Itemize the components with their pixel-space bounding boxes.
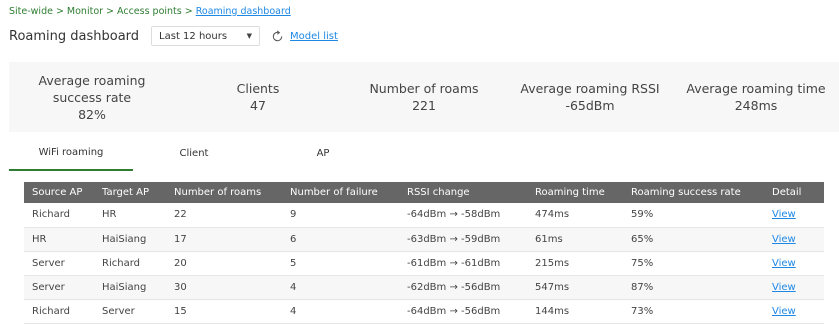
cell-number-of-roams: 20 — [166, 251, 282, 276]
column-header[interactable]: Source AP — [24, 182, 94, 203]
refresh-icon[interactable] — [270, 29, 284, 43]
title-bar: Roaming dashboard Last 12 hours ▼ Model … — [9, 26, 338, 46]
stat-average-time: Average roaming time 248ms — [673, 62, 839, 132]
column-header[interactable]: RSSI change — [399, 182, 527, 203]
cell-success-rate: 87% — [623, 275, 764, 300]
tab-ap[interactable]: AP — [259, 135, 387, 171]
cell-roaming-time: 474ms — [527, 203, 623, 228]
breadcrumb: Site-wide > Monitor > Access points > Roaming … — [9, 6, 291, 17]
view-link[interactable]: View — [772, 282, 796, 293]
cell-number-of-roams: 22 — [166, 203, 282, 228]
cell-detail: View — [764, 227, 824, 252]
cell-number-of-failure: 6 — [282, 227, 399, 252]
stat-label: success rate — [52, 89, 132, 105]
stat-label: Average roaming — [38, 72, 146, 88]
view-link[interactable]: View — [772, 258, 796, 269]
column-header[interactable]: Number of roams — [166, 182, 282, 203]
cell-roaming-time: 215ms — [527, 251, 623, 276]
breadcrumb-access-points[interactable]: Access points — [117, 6, 182, 17]
view-link[interactable]: View — [772, 209, 796, 220]
cell-source-ap: Server — [24, 275, 94, 300]
stat-label: Average roaming time — [686, 81, 826, 96]
stat-value: -65dBm — [565, 98, 615, 113]
cell-number-of-roams: 30 — [166, 275, 282, 300]
cell-success-rate: 65% — [623, 227, 764, 252]
cell-rssi-change: -64dBm → -56dBm — [399, 299, 527, 324]
column-header[interactable]: Target AP — [94, 182, 166, 203]
cell-target-ap: Richard — [94, 251, 166, 276]
cell-target-ap: HaiSiang — [94, 275, 166, 300]
stat-value: 248ms — [734, 98, 778, 113]
stat-number-of-roams: Number of roams 221 — [341, 62, 507, 132]
cell-detail: View — [764, 203, 824, 228]
column-header[interactable]: Roaming time — [527, 182, 623, 203]
cell-number-of-roams: 17 — [166, 227, 282, 252]
roaming-table: Source AP Target AP Number of roams Numb… — [24, 182, 824, 324]
stat-label: Clients — [236, 81, 280, 96]
column-header[interactable]: Roaming success rate — [623, 182, 764, 203]
cell-number-of-failure: 9 — [282, 203, 399, 228]
view-link[interactable]: View — [772, 306, 796, 317]
table-row: Richard Server 15 4 -64dBm → -56dBm 144m… — [24, 299, 824, 324]
cell-source-ap: Server — [24, 251, 94, 276]
cell-roaming-time: 144ms — [527, 299, 623, 324]
column-header[interactable]: Number of failure — [282, 182, 399, 203]
time-range-value: Last 12 hours — [159, 30, 228, 42]
column-header: Detail — [764, 182, 824, 203]
cell-rssi-change: -63dBm → -59dBm — [399, 227, 527, 252]
cell-target-ap: HaiSiang — [94, 227, 166, 252]
stat-label: Number of roams — [369, 81, 479, 96]
model-list-link[interactable]: Model list — [290, 31, 338, 42]
cell-success-rate: 75% — [623, 251, 764, 276]
stat-clients: Clients 47 — [175, 62, 341, 132]
breadcrumb-monitor[interactable]: Monitor — [67, 6, 103, 17]
stat-value: 221 — [412, 98, 436, 113]
cell-success-rate: 73% — [623, 299, 764, 324]
tab-bar: WiFi roaming Client AP — [9, 135, 839, 171]
table-row: Richard HR 22 9 -64dBm → -58dBm 474ms 59… — [24, 203, 824, 228]
cell-source-ap: Richard — [24, 203, 94, 228]
cell-number-of-failure: 4 — [282, 299, 399, 324]
table-row: HR HaiSiang 17 6 -63dBm → -59dBm 61ms 65… — [24, 227, 824, 252]
stat-value: 82% — [78, 106, 106, 122]
cell-rssi-change: -61dBm → -61dBm — [399, 251, 527, 276]
page-title: Roaming dashboard — [9, 28, 140, 44]
cell-success-rate: 59% — [623, 203, 764, 228]
tab-client[interactable]: Client — [139, 135, 249, 171]
cell-detail: View — [764, 275, 824, 300]
table-row: Server Richard 20 5 -61dBm → -61dBm 215m… — [24, 251, 824, 276]
cell-number-of-failure: 4 — [282, 275, 399, 300]
stat-success-rate: Average roaming success rate 82% — [9, 62, 175, 132]
cell-rssi-change: -64dBm → -58dBm — [399, 203, 527, 228]
stat-average-rssi: Average roaming RSSI -65dBm — [507, 62, 673, 132]
cell-rssi-change: -62dBm → -56dBm — [399, 275, 527, 300]
breadcrumb-roaming-dashboard[interactable]: Roaming dashboard — [196, 6, 291, 17]
stat-value: 47 — [250, 98, 266, 113]
time-range-select[interactable]: Last 12 hours ▼ — [151, 26, 261, 46]
cell-target-ap: Server — [94, 299, 166, 324]
stat-label: Average roaming RSSI — [520, 81, 660, 96]
cell-detail: View — [764, 299, 824, 324]
breadcrumb-separator: > — [55, 6, 64, 17]
cell-target-ap: HR — [94, 203, 166, 228]
table-header-row: Source AP Target AP Number of roams Numb… — [24, 182, 824, 203]
cell-source-ap: Richard — [24, 299, 94, 324]
summary-panel: Average roaming success rate 82% Clients… — [9, 62, 839, 132]
cell-source-ap: HR — [24, 227, 94, 252]
view-link[interactable]: View — [772, 234, 796, 245]
caret-down-icon: ▼ — [246, 32, 253, 40]
tab-wifi-roaming[interactable]: WiFi roaming — [9, 135, 133, 171]
breadcrumb-separator: > — [106, 6, 115, 17]
table-row: Server HaiSiang 30 4 -62dBm → -56dBm 547… — [24, 275, 824, 300]
breadcrumb-separator: > — [184, 6, 193, 17]
cell-detail: View — [764, 251, 824, 276]
cell-roaming-time: 547ms — [527, 275, 623, 300]
cell-number-of-roams: 15 — [166, 299, 282, 324]
cell-roaming-time: 61ms — [527, 227, 623, 252]
breadcrumb-site-wide[interactable]: Site-wide — [9, 6, 53, 17]
cell-number-of-failure: 5 — [282, 251, 399, 276]
